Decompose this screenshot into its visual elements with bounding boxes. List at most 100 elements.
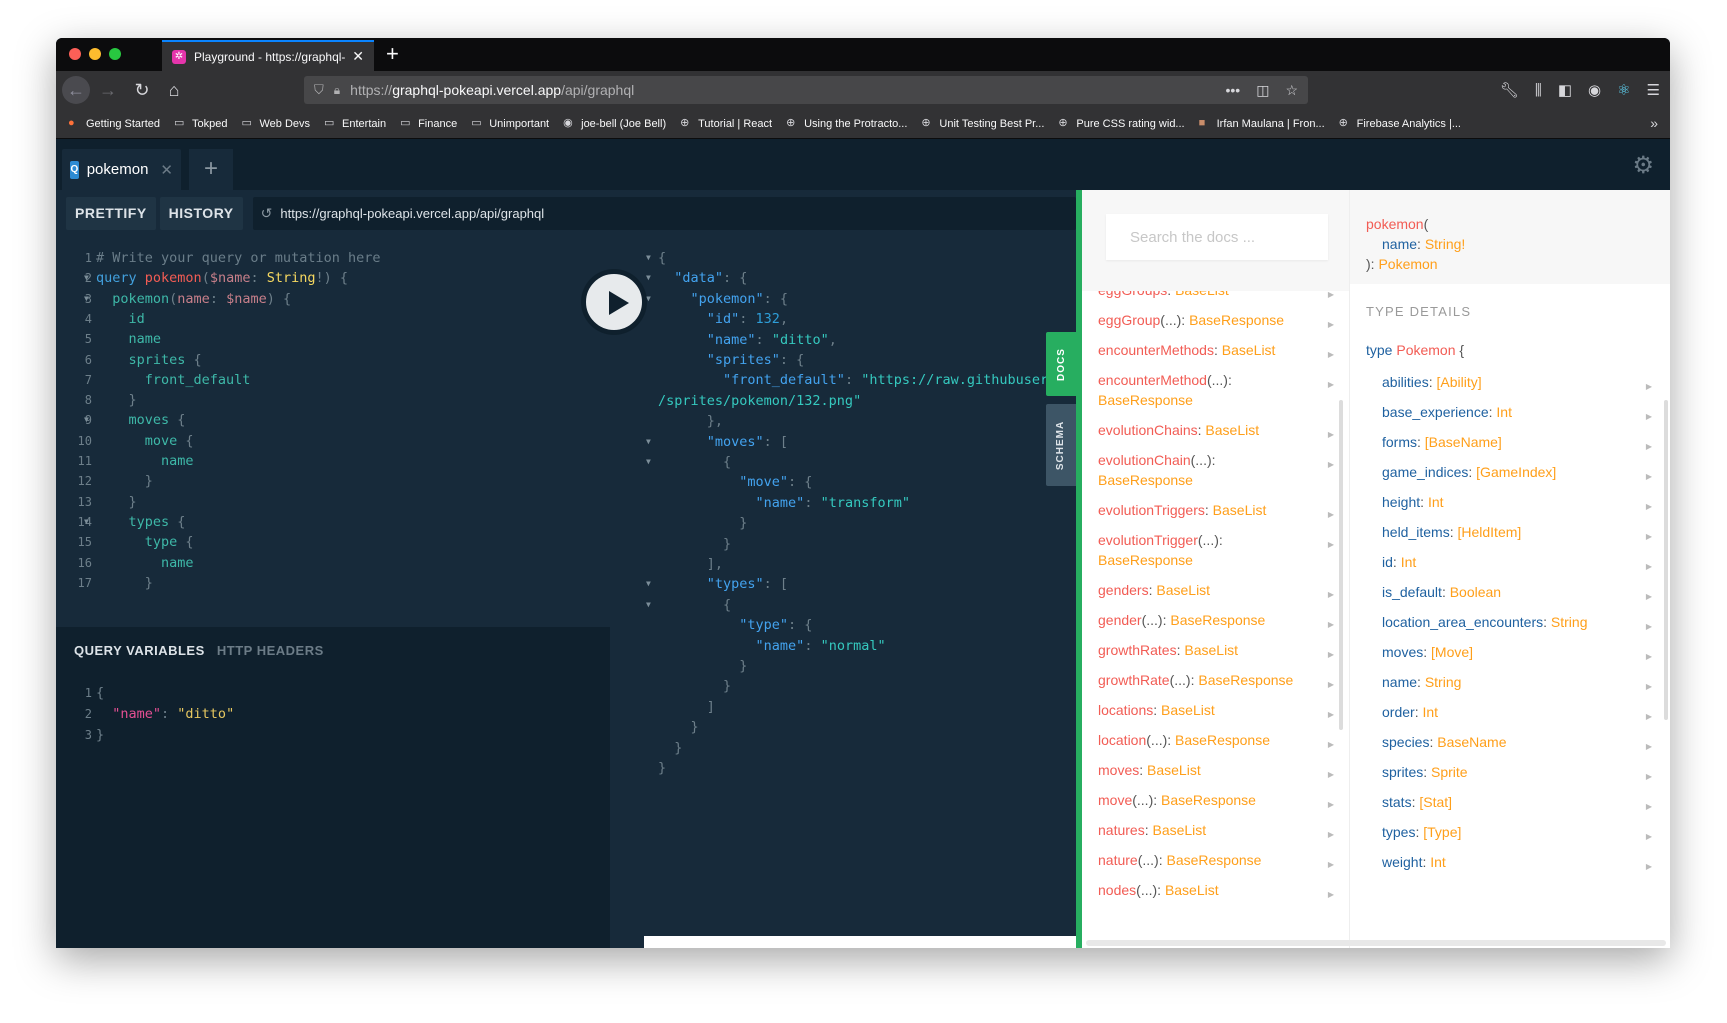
docs-field-item[interactable]: evolutionChain(...): BaseResponse ▶ xyxy=(1098,450,1334,490)
type-field-item[interactable]: weight: Int ▶ xyxy=(1382,852,1652,872)
type-field-item[interactable]: game_indices: [GameIndex] ▶ xyxy=(1382,462,1652,482)
fold-arrow-icon[interactable]: ▼ xyxy=(84,267,89,289)
page-actions-icon[interactable]: ••• xyxy=(1225,82,1240,99)
bookmark-item[interactable]: ◉ joe-bell (Joe Bell) xyxy=(563,118,666,130)
docs-field-item[interactable]: move(...): BaseResponse ▶ xyxy=(1098,790,1334,810)
type-field-item[interactable]: abilities: [Ability] ▶ xyxy=(1382,372,1652,392)
docs-field-item[interactable]: locations: BaseList ▶ xyxy=(1098,700,1334,720)
type-field-item[interactable]: species: BaseName ▶ xyxy=(1382,732,1652,752)
prettify-button[interactable]: PRETTIFY xyxy=(66,197,156,230)
type-field-item[interactable]: base_experience: Int ▶ xyxy=(1382,402,1652,422)
signature-arg-type[interactable]: String! xyxy=(1425,236,1465,252)
playground-tab[interactable]: Q pokemon ✕ xyxy=(62,149,181,190)
fold-arrow-icon[interactable]: ▼ xyxy=(646,288,651,310)
docs-field-item[interactable]: genders: BaseList ▶ xyxy=(1098,580,1334,600)
docs-field-item[interactable]: gender(...): BaseResponse ▶ xyxy=(1098,610,1334,630)
signature-return-type[interactable]: Pokemon xyxy=(1378,256,1437,272)
docs-field-item[interactable]: nodes(...): BaseList ▶ xyxy=(1098,880,1334,900)
docs-field-item[interactable]: encounterMethod(...): BaseResponse ▶ xyxy=(1098,370,1334,410)
execute-query-button[interactable] xyxy=(582,270,646,334)
docs-horizontal-scrollbar[interactable] xyxy=(1086,940,1666,946)
docs-tab[interactable]: DOCS xyxy=(1046,332,1076,396)
docs-field-item[interactable]: encounterMethods: BaseList ▶ xyxy=(1098,340,1334,360)
signature-arg[interactable]: name xyxy=(1382,236,1417,252)
bookmark-item[interactable]: ⊕ Firebase Analytics |... xyxy=(1339,118,1461,130)
url-bar[interactable]: ⛉ 🔒︎ https://graphql-pokeapi.vercel.app /… xyxy=(304,76,1308,104)
account-icon[interactable]: ◉ xyxy=(1588,81,1601,99)
docs-field-item[interactable]: natures: BaseList ▶ xyxy=(1098,820,1334,840)
browser-tab[interactable]: ✲ Playground - https://graphql-p ✕ xyxy=(162,40,374,71)
tab-http-headers[interactable]: HTTP HEADERS xyxy=(217,643,324,658)
gear-icon[interactable]: ⚙ xyxy=(1632,151,1654,180)
type-field-item[interactable]: moves: [Move] ▶ xyxy=(1382,642,1652,662)
docs-field-item[interactable]: growthRates: BaseList ▶ xyxy=(1098,640,1334,660)
shield-icon[interactable]: ⛉ xyxy=(314,82,324,98)
forward-button[interactable]: → xyxy=(94,76,122,104)
bookmark-item[interactable]: ⊕ Pure CSS rating wid... xyxy=(1058,118,1184,130)
bookmark-item[interactable]: ▭ Unimportant xyxy=(471,118,549,130)
result-horizontal-scrollbar[interactable] xyxy=(644,936,1076,948)
bookmark-item[interactable]: ▭ Entertain xyxy=(324,118,386,130)
docs-search-input[interactable]: Search the docs ... xyxy=(1106,214,1328,260)
schema-tab[interactable]: SCHEMA xyxy=(1046,404,1076,486)
type-field-item[interactable]: types: [Type] ▶ xyxy=(1382,822,1652,842)
fold-arrow-icon[interactable]: ▼ xyxy=(646,267,651,289)
query-editor[interactable]: 1 # Write your query or mutation here 2 ▼ qu… xyxy=(56,237,610,627)
window-close-button[interactable] xyxy=(69,48,81,60)
docs-type-scrollbar[interactable] xyxy=(1664,400,1668,720)
pocket-icon[interactable]: ◫ xyxy=(1256,82,1269,99)
docs-field-item[interactable]: evolutionTrigger(...): BaseResponse ▶ xyxy=(1098,530,1334,570)
fold-arrow-icon[interactable]: ▼ xyxy=(646,247,651,269)
bookmark-item[interactable]: ⊕ Tutorial | React xyxy=(680,118,772,130)
bookmark-item[interactable]: ▭ Web Devs xyxy=(241,118,310,130)
docs-root-scrollbar[interactable] xyxy=(1339,400,1343,730)
react-devtools-icon[interactable]: ⚛ xyxy=(1617,81,1630,99)
window-minimize-button[interactable] xyxy=(89,48,101,60)
type-field-item[interactable]: is_default: Boolean ▶ xyxy=(1382,582,1652,602)
fold-arrow-icon[interactable]: ▼ xyxy=(84,288,89,310)
docs-field-item[interactable]: growthRate(...): BaseResponse ▶ xyxy=(1098,670,1334,690)
menu-icon[interactable]: ☰ xyxy=(1647,81,1660,99)
fold-arrow-icon[interactable]: ▼ xyxy=(646,594,651,616)
docs-field-item[interactable]: location(...): BaseResponse ▶ xyxy=(1098,730,1334,750)
type-field-item[interactable]: forms: [BaseName] ▶ xyxy=(1382,432,1652,452)
wrench-icon[interactable]: 🔧︎ xyxy=(1500,81,1519,99)
bookmark-item[interactable]: ▭ Tokped xyxy=(174,118,227,130)
type-field-item[interactable]: order: Int ▶ xyxy=(1382,702,1652,722)
bookmark-item[interactable]: ● Getting Started xyxy=(68,118,160,130)
window-maximize-button[interactable] xyxy=(109,48,121,60)
endpoint-input[interactable]: ↺ https://graphql-pokeapi.vercel.app/api… xyxy=(252,197,1076,230)
refresh-schema-icon[interactable]: ↺ xyxy=(261,205,273,222)
type-field-item[interactable]: sprites: Sprite ▶ xyxy=(1382,762,1652,782)
result-viewer[interactable]: ▼ {▼ "data": {▼ "pokemon": { "id": 132, "… xyxy=(610,237,1076,948)
docs-field-item[interactable]: moves: BaseList ▶ xyxy=(1098,760,1334,780)
reload-button[interactable]: ↻ xyxy=(128,76,156,104)
bookmark-star-icon[interactable]: ☆ xyxy=(1285,82,1298,99)
type-field-item[interactable]: stats: [Stat] ▶ xyxy=(1382,792,1652,812)
fold-arrow-icon[interactable]: ▼ xyxy=(84,511,89,533)
fold-arrow-icon[interactable]: ▼ xyxy=(84,409,89,431)
type-field-item[interactable]: height: Int ▶ xyxy=(1382,492,1652,512)
lock-icon[interactable]: 🔒︎ xyxy=(334,83,340,98)
fold-arrow-icon[interactable]: ▼ xyxy=(646,451,651,473)
new-tab-button[interactable]: + xyxy=(386,41,399,67)
home-button[interactable]: ⌂ xyxy=(160,76,188,104)
docs-field-item[interactable]: evolutionChains: BaseList ▶ xyxy=(1098,420,1334,440)
variables-panel[interactable]: QUERY VARIABLES HTTP HEADERS 1 {2 "name":… xyxy=(56,627,610,948)
history-button[interactable]: HISTORY xyxy=(159,197,243,230)
type-field-item[interactable]: location_area_encounters: String ▶ xyxy=(1382,612,1652,632)
library-icon[interactable]: ⫼ xyxy=(1535,82,1542,99)
docs-field-item[interactable]: eggGroup(...): BaseResponse ▶ xyxy=(1098,310,1334,330)
back-button[interactable]: ← xyxy=(62,76,90,104)
type-field-item[interactable]: id: Int ▶ xyxy=(1382,552,1652,572)
type-field-item[interactable]: held_items: [HeldItem] ▶ xyxy=(1382,522,1652,542)
fold-arrow-icon[interactable]: ▼ xyxy=(646,431,651,453)
add-tab-button[interactable]: + xyxy=(189,149,233,190)
bookmark-item[interactable]: ▭ Finance xyxy=(400,118,457,130)
docs-field-item[interactable]: nature(...): BaseResponse ▶ xyxy=(1098,850,1334,870)
bookmark-item[interactable]: ⊕ Using the Protracto... xyxy=(786,118,907,130)
bookmark-item[interactable]: ⊕ Unit Testing Best Pr... xyxy=(921,118,1044,130)
tab-query-variables[interactable]: QUERY VARIABLES xyxy=(74,643,205,658)
close-tab-icon[interactable]: ✕ xyxy=(352,48,364,65)
sidebar-icon[interactable]: ◧ xyxy=(1558,81,1572,99)
